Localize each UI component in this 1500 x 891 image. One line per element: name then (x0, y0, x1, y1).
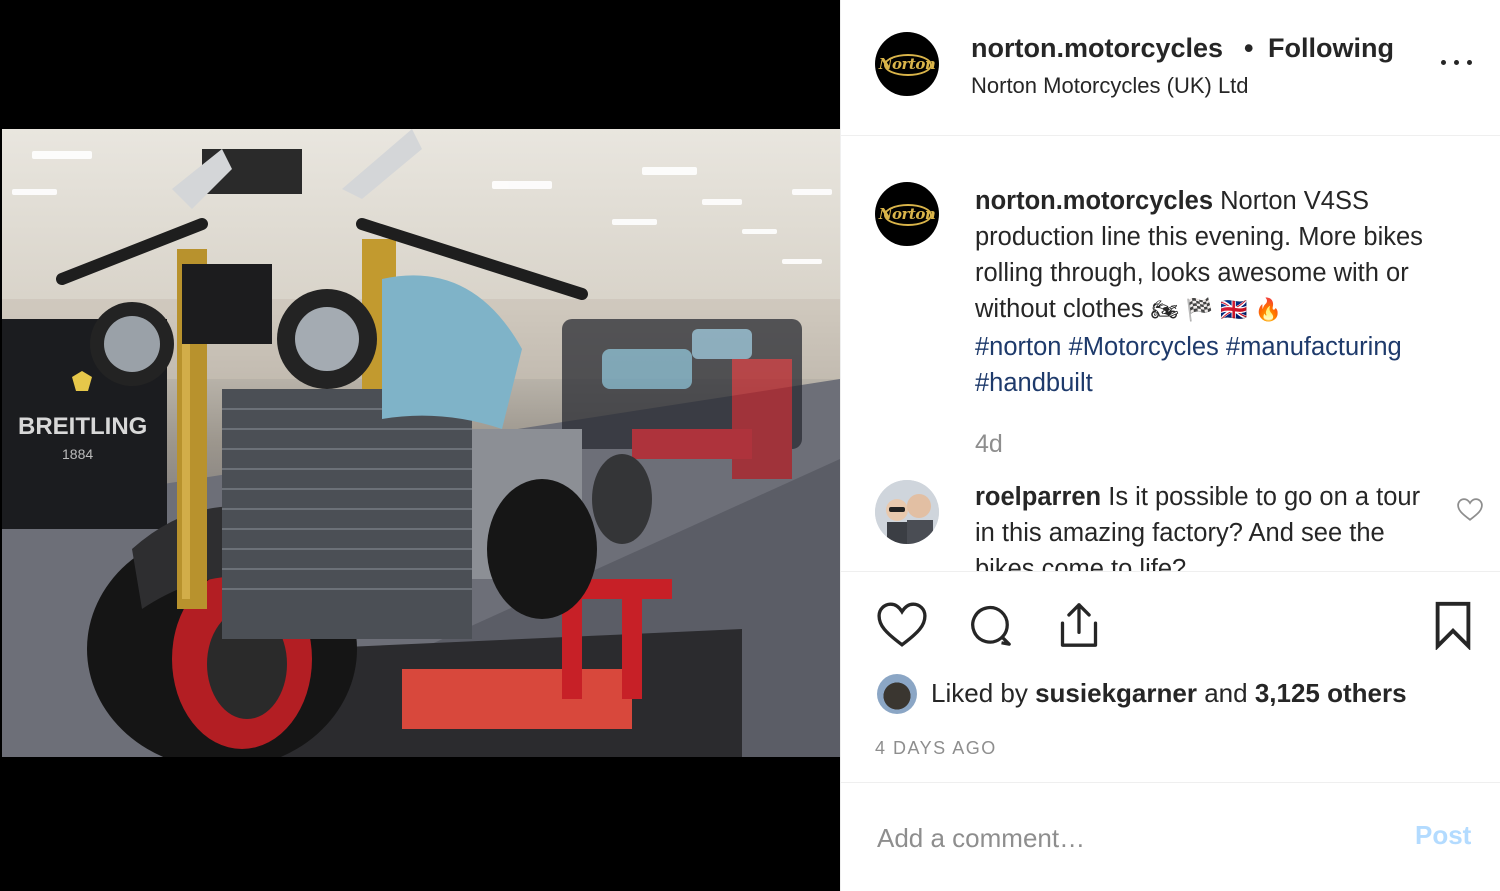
breitling-sign-year: 1884 (62, 446, 93, 462)
hashtag-link[interactable]: #manufacturing (1226, 333, 1402, 361)
norton-logo-text: Norton (878, 205, 936, 223)
post-photo[interactable]: BREITLING 1884 (2, 129, 840, 757)
liker-avatar[interactable] (877, 674, 917, 714)
hashtag-link[interactable]: #norton (975, 333, 1062, 361)
post-media[interactable]: BREITLING 1884 (0, 0, 840, 891)
caption-author-avatar[interactable]: Norton (875, 182, 939, 246)
post-caption: norton.motorcycles Norton V4SS productio… (975, 183, 1480, 401)
norton-logo-text: Norton (878, 55, 936, 73)
post-actions: Liked by susiekgarner and 3,125 others 4… (841, 571, 1500, 783)
commenter-avatar[interactable] (875, 480, 939, 544)
header-separator: • (1244, 33, 1254, 63)
likes-summary: Liked by susiekgarner and 3,125 others (931, 678, 1407, 709)
motorcycle-photo-illustration: BREITLING 1884 (2, 129, 840, 757)
author-avatar[interactable]: Norton (875, 32, 939, 96)
heart-icon[interactable] (877, 602, 927, 648)
likes-joiner: and (1204, 678, 1248, 708)
share-icon[interactable] (1057, 600, 1101, 650)
author-username-link[interactable]: norton.motorcycles (971, 33, 1223, 64)
bookmark-icon[interactable] (1433, 600, 1473, 650)
post-date[interactable]: 4 DAYS AGO (875, 738, 997, 759)
caption-emojis: 🏍 🏁 🇬🇧 🔥 (1150, 298, 1282, 323)
comment-bubble-icon[interactable] (967, 602, 1013, 648)
add-comment-input[interactable] (877, 818, 1377, 858)
liker-username-link[interactable]: susiekgarner (1035, 678, 1197, 708)
post-header: Norton norton.motorcycles • Following No… (841, 0, 1500, 136)
comment-like-heart-icon[interactable] (1457, 498, 1483, 522)
commenter-photo (875, 480, 939, 544)
caption-age[interactable]: 4d (975, 430, 1003, 459)
post-details-panel: Norton norton.motorcycles • Following No… (840, 0, 1500, 891)
commenter-username-link[interactable]: roelparren (975, 483, 1101, 511)
breitling-sign-text: BREITLING (18, 413, 147, 440)
more-options-icon[interactable] (1439, 52, 1475, 72)
likes-prefix: Liked by (931, 678, 1028, 708)
author-subtitle: Norton Motorcycles (UK) Ltd (971, 73, 1249, 98)
hashtag-link[interactable]: #Motorcycles (1069, 333, 1219, 361)
comments-section[interactable]: Norton norton.motorcycles Norton V4SS pr… (841, 136, 1500, 571)
following-button[interactable]: Following (1268, 33, 1394, 64)
post-comment-button[interactable]: Post (1415, 820, 1471, 851)
add-comment-bar: Post (841, 782, 1500, 891)
hashtag-link[interactable]: #handbuilt (975, 369, 1093, 397)
caption-username-link[interactable]: norton.motorcycles (975, 187, 1213, 215)
comment-item: roelparren Is it possible to go on a tou… (975, 479, 1445, 571)
likes-others-link[interactable]: 3,125 others (1255, 678, 1407, 708)
